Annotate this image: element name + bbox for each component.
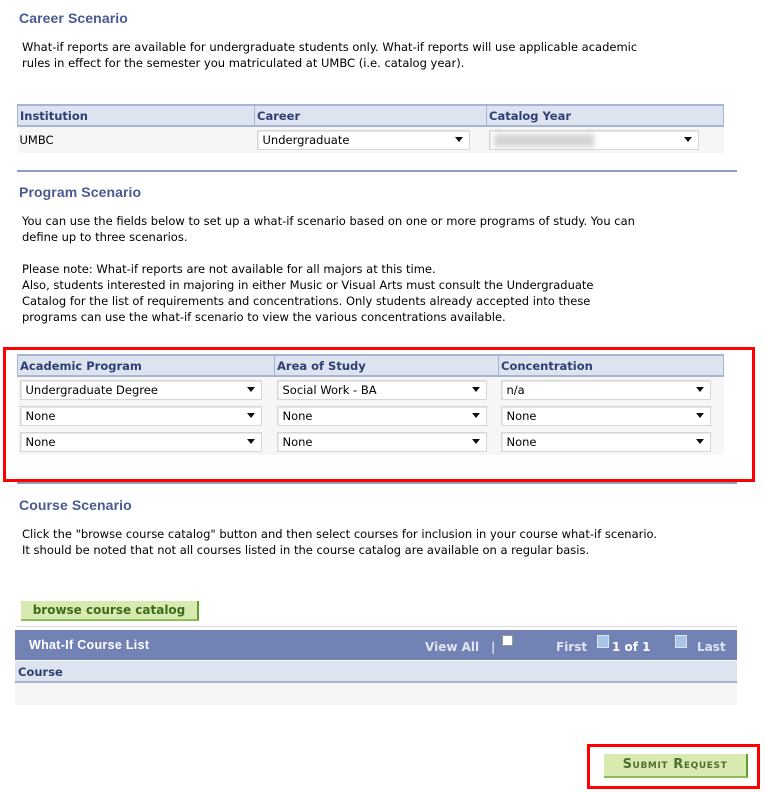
career-select[interactable]: Undergraduate (256, 130, 470, 150)
new-window-icon[interactable] (502, 635, 513, 646)
catalog-year-select[interactable] (488, 130, 699, 150)
first-link[interactable]: First (556, 640, 587, 654)
next-icon[interactable] (675, 635, 687, 648)
course-description: Click the "browse course catalog" button… (22, 527, 658, 557)
view-all-link[interactable]: View All (425, 640, 479, 654)
course-list-title: What-If Course List (29, 638, 150, 652)
section-divider (17, 170, 737, 172)
chevron-down-icon (454, 137, 463, 142)
career-table: Institution Career Catalog Year UMBC Und… (17, 104, 724, 153)
catalog-year-redacted (493, 134, 594, 147)
last-link[interactable]: Last (697, 640, 726, 654)
col-catalog-year: Catalog Year (486, 104, 724, 127)
section-divider (17, 626, 737, 627)
highlight-submit (587, 744, 760, 789)
separator: | (491, 640, 496, 654)
career-description: What-if reports are available for underg… (22, 40, 638, 70)
program-scenario-heading: Program Scenario (19, 184, 142, 200)
section-divider (17, 482, 737, 484)
course-scenario-heading: Course Scenario (19, 497, 132, 513)
previous-icon[interactable] (597, 635, 609, 648)
col-career: Career (254, 104, 487, 127)
col-course: Course (18, 665, 63, 679)
career-scenario-heading: Career Scenario (19, 10, 128, 26)
institution-value: UMBC (17, 126, 255, 153)
program-note-2: Also, students interested in majoring in… (22, 278, 594, 324)
course-column-header: Course (15, 661, 737, 683)
highlight-program-table (3, 347, 755, 482)
page-info: 1 of 1 (612, 640, 651, 654)
course-list-header: What-If Course List View All | First 1 o… (15, 630, 737, 660)
chevron-down-icon (683, 137, 692, 142)
career-select-value: Undergraduate (262, 133, 350, 147)
program-intro: You can use the fields below to set up a… (22, 214, 635, 244)
browse-course-catalog-button[interactable]: browse course catalog (21, 601, 199, 621)
course-empty-row (15, 683, 737, 705)
program-note-1: Please note: What-if reports are not ava… (22, 262, 436, 276)
col-institution: Institution (17, 104, 255, 127)
